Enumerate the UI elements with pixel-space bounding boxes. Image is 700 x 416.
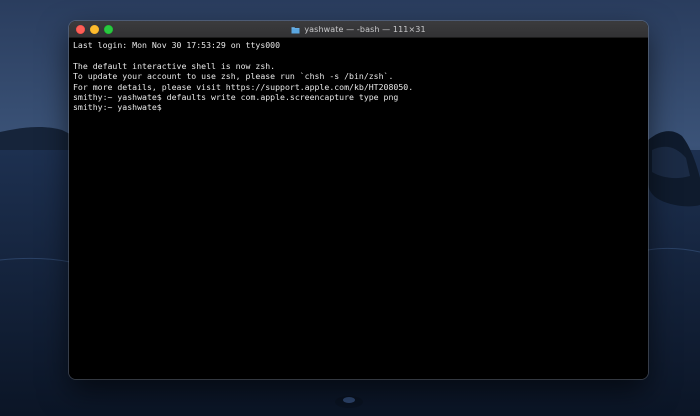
terminal-line: Last login: Mon Nov 30 17:53:29 on ttys0… [73, 40, 281, 50]
window-title: yashwate — -bash — 111×31 [304, 25, 426, 34]
terminal-line: For more details, please visit https://s… [73, 81, 414, 92]
terminal-line: To update your account to use zsh, pleas… [73, 71, 394, 82]
terminal-line: The default interactive shell is now zsh… [73, 60, 276, 71]
window-title-group: yashwate — -bash — 111×31 [69, 21, 648, 38]
scrollbar[interactable] [642, 38, 648, 379]
terminal-line: smithy:~ yashwate$ defaults write com.ap… [73, 91, 399, 102]
terminal-prompt: smithy:~ yashwate$ [73, 102, 167, 113]
title-bar[interactable]: yashwate — -bash — 111×31 [69, 21, 648, 38]
folder-icon [291, 26, 300, 33]
terminal-window[interactable]: yashwate — -bash — 111×31 Last login: Mo… [69, 21, 648, 379]
text-cursor [167, 102, 172, 111]
terminal-output[interactable]: Last login: Mon Nov 30 17:53:29 on ttys0… [69, 38, 648, 379]
terminal-prompt-line[interactable]: smithy:~ yashwate$ [73, 102, 644, 112]
